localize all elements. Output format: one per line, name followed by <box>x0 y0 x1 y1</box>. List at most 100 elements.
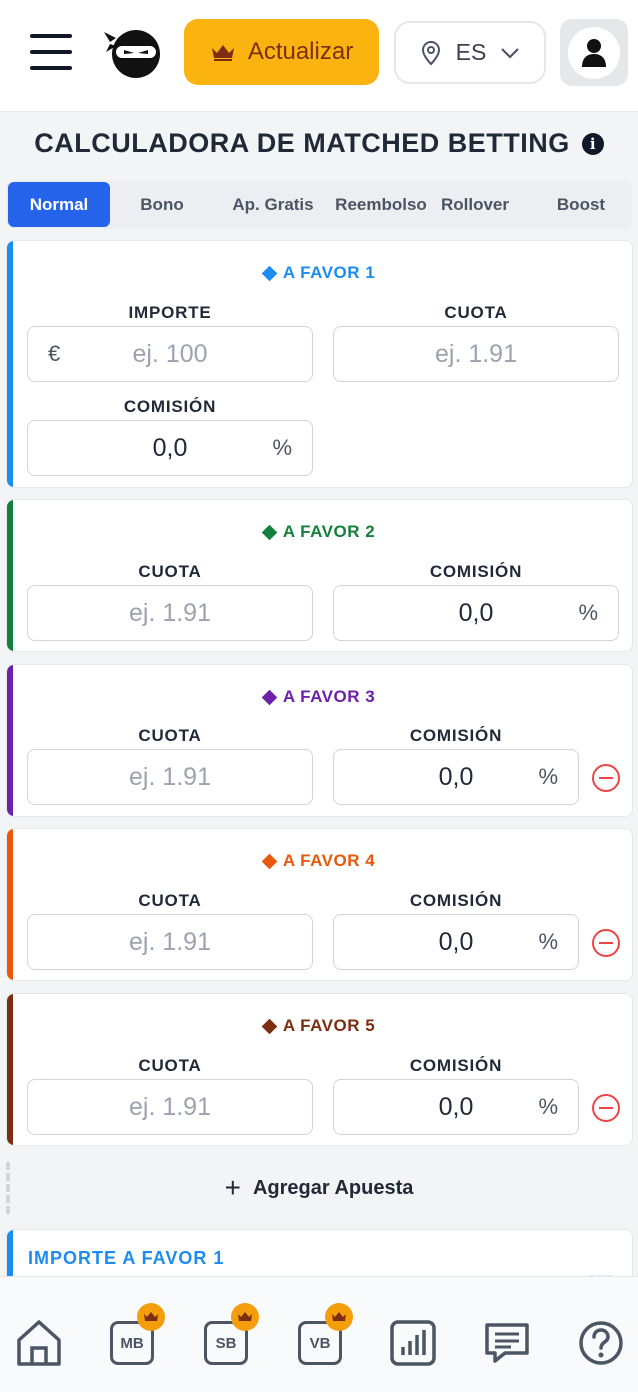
premium-crown-icon <box>137 1303 165 1331</box>
comision-value: 0,0 <box>152 433 188 462</box>
location-pin-icon <box>421 40 440 65</box>
bet-title: A FAVOR 5 <box>282 1016 376 1035</box>
remove-bet-icon[interactable] <box>592 1094 620 1122</box>
importe-label: IMPORTE <box>128 303 212 322</box>
bet-card-title: A FAVOR 2 <box>7 522 632 542</box>
cuota-label: CUOTA <box>138 1056 202 1075</box>
nav-help[interactable] <box>576 1317 626 1369</box>
tab-reembolso[interactable]: Reembolso <box>331 182 431 227</box>
comision-input[interactable]: 0,0 % <box>333 749 579 805</box>
chevron-down-icon <box>501 47 520 59</box>
remove-bet-icon[interactable] <box>592 764 620 792</box>
add-bet-button[interactable]: + Agregar Apuesta <box>0 1160 638 1216</box>
info-icon[interactable]: i <box>581 132 604 155</box>
comision-label: COMISIÓN <box>409 1056 503 1075</box>
bet-card-1: A FAVOR 1 IMPORTE CUOTA € ej. 100 ej. 1.… <box>6 240 633 488</box>
menu-icon[interactable] <box>30 32 74 72</box>
cuota-input[interactable]: ej. 1.91 <box>27 749 313 805</box>
cuota-placeholder: ej. 1.91 <box>128 1092 211 1121</box>
nav-messages[interactable] <box>482 1317 532 1369</box>
currency-symbol: € <box>48 341 61 366</box>
user-icon <box>582 38 606 67</box>
tab-rollover[interactable]: Rollover <box>434 182 516 227</box>
tab-ap-gratis[interactable]: Ap. Gratis <box>215 182 331 227</box>
importe-placeholder: ej. 100 <box>132 339 208 368</box>
importe-input[interactable]: € ej. 100 <box>27 326 313 382</box>
cuota-input[interactable]: ej. 1.91 <box>27 1079 313 1135</box>
tab-normal[interactable]: Normal <box>8 182 110 227</box>
tab-bono[interactable]: Bono <box>113 182 211 227</box>
home-icon <box>17 1320 61 1366</box>
page-title-row: CALCULADORA DE MATCHED BETTING i <box>0 128 638 159</box>
comision-label: COMISIÓN <box>409 726 503 745</box>
help-icon <box>579 1321 623 1365</box>
cuota-input[interactable]: ej. 1.91 <box>27 914 313 970</box>
diamond-icon <box>261 524 278 540</box>
remove-bet-icon[interactable] <box>592 929 620 957</box>
comision-input[interactable]: 0,0 % <box>27 420 313 476</box>
language-code: ES <box>455 39 487 65</box>
diamond-icon <box>261 265 278 281</box>
cuota-placeholder: ej. 1.91 <box>128 927 211 956</box>
bet-card-title: A FAVOR 3 <box>7 687 632 707</box>
cuota-label: CUOTA <box>444 303 508 322</box>
bet-title: A FAVOR 1 <box>282 263 376 282</box>
comision-label: COMISIÓN <box>123 397 217 416</box>
diamond-icon <box>261 689 278 705</box>
nav-stats[interactable] <box>388 1317 438 1369</box>
cuota-placeholder: ej. 1.91 <box>128 598 211 627</box>
nav-mb[interactable]: MB <box>107 1303 165 1369</box>
bet-card-title: A FAVOR 1 <box>7 263 632 283</box>
diamond-icon <box>261 1018 278 1034</box>
percent-symbol: % <box>538 764 558 789</box>
upgrade-button[interactable]: Actualizar <box>184 19 379 85</box>
bet-card-title: A FAVOR 4 <box>7 851 632 871</box>
comision-input[interactable]: 0,0 % <box>333 914 579 970</box>
nav-home[interactable] <box>14 1317 64 1369</box>
ninja-logo-icon[interactable] <box>104 26 162 80</box>
bottom-navigation: MB SB VB <box>0 1276 638 1392</box>
bet-card-3: A FAVOR 3 CUOTA COMISIÓN ej. 1.91 0,0 % <box>6 664 633 817</box>
cuota-placeholder: ej. 1.91 <box>128 762 211 791</box>
comision-label: COMISIÓN <box>409 891 503 910</box>
premium-crown-icon <box>325 1303 353 1331</box>
bet-card-title: A FAVOR 5 <box>7 1016 632 1036</box>
percent-symbol: % <box>538 929 558 954</box>
cuota-input[interactable]: ej. 1.91 <box>333 326 619 382</box>
bet-card-2: A FAVOR 2 CUOTA COMISIÓN ej. 1.91 0,0 % <box>6 499 633 652</box>
nav-sb[interactable]: SB <box>201 1303 259 1369</box>
comision-input[interactable]: 0,0 % <box>333 585 619 641</box>
result-label: IMPORTE A FAVOR 1 <box>28 1248 225 1268</box>
app-header: Actualizar ES <box>0 0 638 112</box>
bet-title: A FAVOR 2 <box>282 522 376 541</box>
diamond-icon <box>261 853 278 869</box>
upgrade-label: Actualizar <box>247 38 354 65</box>
tab-boost[interactable]: Boost <box>534 182 628 227</box>
bet-card-4: A FAVOR 4 CUOTA COMISIÓN ej. 1.91 0,0 % <box>6 828 633 981</box>
calculator-tabs: Normal Bono Ap. Gratis Reembolso Rollove… <box>6 180 632 229</box>
bet-title: A FAVOR 3 <box>282 687 376 706</box>
premium-crown-icon <box>231 1303 259 1331</box>
comision-input[interactable]: 0,0 % <box>333 1079 579 1135</box>
comision-label: COMISIÓN <box>429 562 523 581</box>
chat-icon <box>485 1323 529 1363</box>
user-account-button[interactable] <box>560 19 628 86</box>
plus-icon: + <box>224 1172 241 1203</box>
page-title: CALCULADORA DE MATCHED BETTING <box>34 128 570 158</box>
add-bet-label: Agregar Apuesta <box>252 1176 414 1199</box>
cuota-placeholder: ej. 1.91 <box>434 339 517 368</box>
percent-symbol: % <box>578 600 598 625</box>
cuota-input[interactable]: ej. 1.91 <box>27 585 313 641</box>
bet-card-5: A FAVOR 5 CUOTA COMISIÓN ej. 1.91 0,0 % <box>6 993 633 1146</box>
crown-icon <box>211 45 234 61</box>
cuota-label: CUOTA <box>138 562 202 581</box>
comision-value: 0,0 <box>458 598 494 627</box>
cuota-label: CUOTA <box>138 891 202 910</box>
bet-title: A FAVOR 4 <box>282 851 376 870</box>
chart-icon <box>390 1320 436 1366</box>
percent-symbol: % <box>272 435 292 460</box>
cuota-label: CUOTA <box>138 726 202 745</box>
nav-vb[interactable]: VB <box>295 1303 353 1369</box>
percent-symbol: % <box>538 1094 558 1119</box>
language-selector[interactable]: ES <box>394 21 546 84</box>
